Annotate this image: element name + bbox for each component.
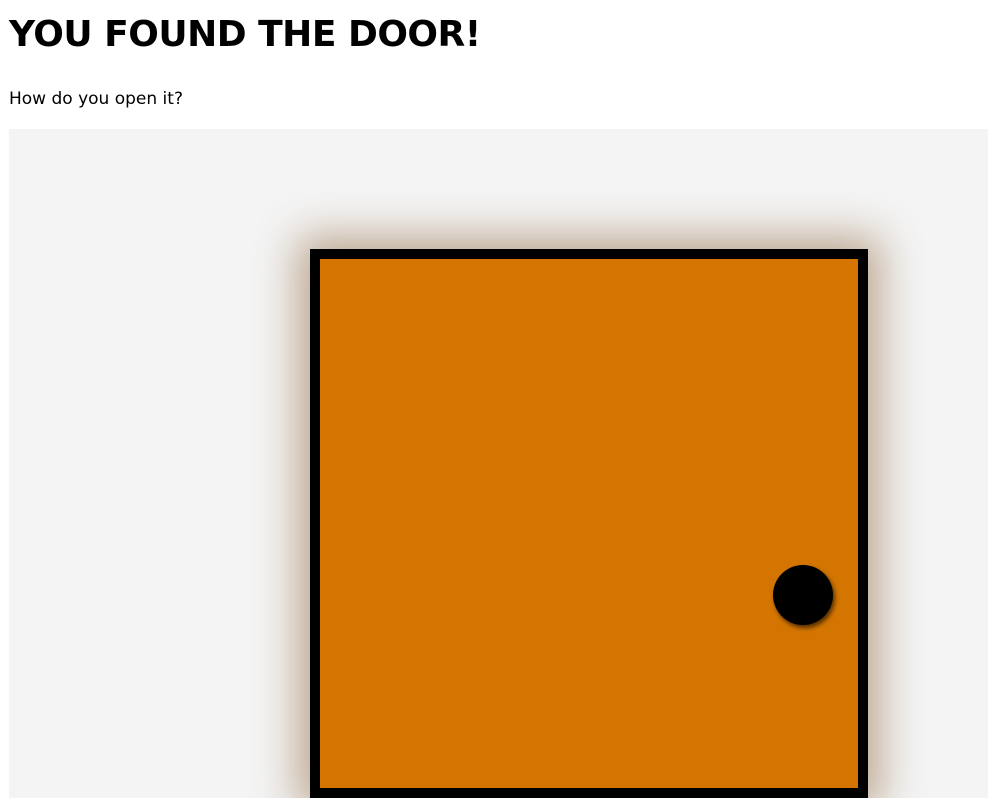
door-knob[interactable] [773,565,833,625]
page-title: YOU FOUND THE DOOR! [9,14,481,55]
door-stage [9,129,988,798]
prompt-text: How do you open it? [9,89,183,109]
door[interactable] [310,249,868,798]
